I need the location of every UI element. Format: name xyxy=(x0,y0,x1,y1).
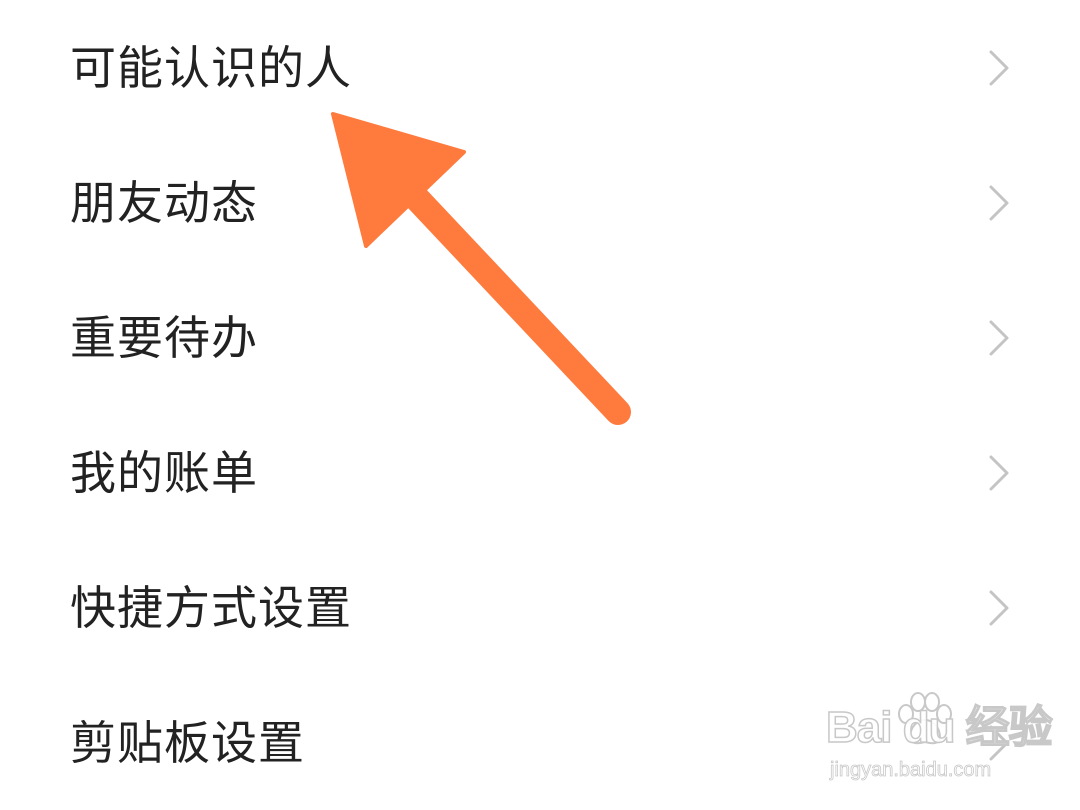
chevron-right-icon xyxy=(984,723,1014,763)
chevron-right-icon xyxy=(984,183,1014,223)
menu-item-label: 我的账单 xyxy=(70,445,258,500)
menu-item-label: 朋友动态 xyxy=(70,175,258,230)
menu-item-label: 重要待办 xyxy=(70,310,258,365)
settings-menu-list: 可能认识的人 朋友动态 重要待办 我的账单 快捷方式设置 剪贴板设置 xyxy=(0,0,1080,810)
chevron-right-icon xyxy=(984,318,1014,358)
menu-item-label: 快捷方式设置 xyxy=(70,580,352,635)
chevron-right-icon xyxy=(984,48,1014,88)
menu-item-clipboard-settings[interactable]: 剪贴板设置 xyxy=(0,675,1080,810)
menu-item-important-todos[interactable]: 重要待办 xyxy=(0,270,1080,405)
menu-item-label: 可能认识的人 xyxy=(70,40,352,95)
chevron-right-icon xyxy=(984,453,1014,493)
menu-item-friend-updates[interactable]: 朋友动态 xyxy=(0,135,1080,270)
menu-item-my-bills[interactable]: 我的账单 xyxy=(0,405,1080,540)
menu-item-shortcut-settings[interactable]: 快捷方式设置 xyxy=(0,540,1080,675)
chevron-right-icon xyxy=(984,588,1014,628)
menu-item-label: 剪贴板设置 xyxy=(70,715,305,770)
menu-item-people-you-may-know[interactable]: 可能认识的人 xyxy=(0,0,1080,135)
